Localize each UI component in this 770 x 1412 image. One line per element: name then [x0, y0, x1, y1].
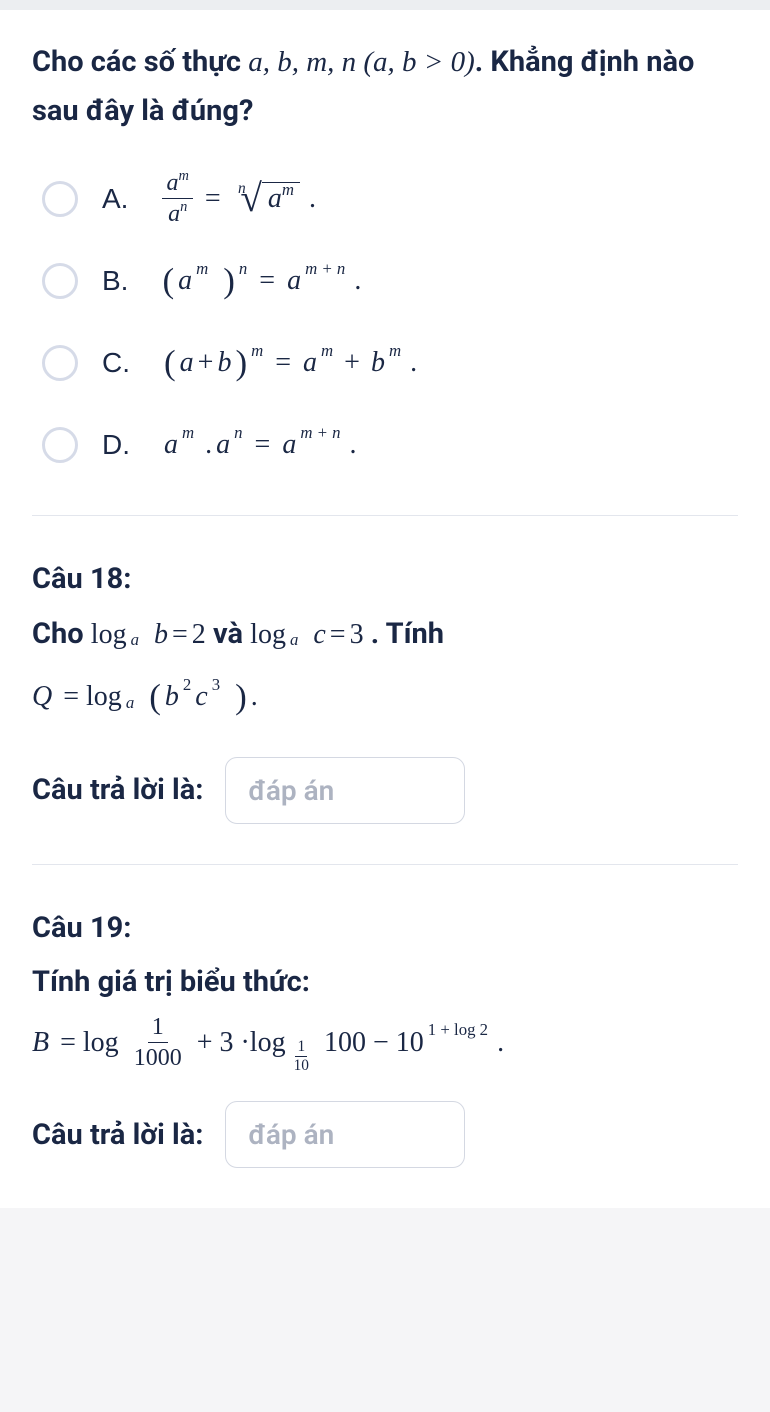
q19-B-expression: B = log 11000 + 3 ·log110 100 − 101 + lo…: [32, 1014, 509, 1072]
q18-logac: loga c = 3: [250, 611, 363, 659]
q19-answer-input[interactable]: [225, 1101, 465, 1168]
option-label-a: A.: [102, 183, 128, 215]
radio-icon: [42, 427, 78, 463]
option-label-c: C.: [102, 347, 130, 379]
q17-option-b[interactable]: B. (am )n = am + n .: [42, 251, 738, 311]
q18-logab-val: 2: [192, 611, 206, 659]
top-bar: [0, 0, 770, 10]
q18-logac-val: 3: [350, 611, 364, 659]
q17-option-a-math: am an = n √ am .: [162, 170, 321, 228]
q19-answer-label: Câu trả lời là:: [32, 1118, 203, 1152]
q17-option-c-math: (a + b)m = am + bm .: [164, 343, 422, 383]
q17-stem: Cho các số thực a, b, m, n (a, b > 0). K…: [32, 38, 738, 137]
option-label-d: D.: [102, 429, 130, 461]
q19-answer-row: Câu trả lời là:: [32, 1101, 738, 1168]
q17-option-b-math: (am )n = am + n .: [162, 261, 366, 301]
q18-title: Câu 18:: [32, 556, 738, 602]
option-label-b: B.: [102, 265, 128, 297]
q17-stem-vars: a, b, m, n (a, b > 0): [248, 46, 475, 78]
q17-stem-prefix: Cho các số thực: [32, 45, 248, 79]
q17-option-c[interactable]: C. (a + b)m = am + bm .: [42, 333, 738, 393]
q18-logab: loga b = 2: [91, 611, 206, 659]
q17-option-a[interactable]: A. am an = n √ am .: [42, 169, 738, 229]
radio-icon: [42, 181, 78, 217]
q18-mid: và: [213, 617, 250, 651]
q17-option-d[interactable]: D. am .an = am + n .: [42, 415, 738, 475]
q18-answer-input[interactable]: [225, 757, 465, 824]
q19-body: Tính giá trị biểu thức:: [32, 959, 738, 1005]
q18-answer-row: Câu trả lời là:: [32, 757, 738, 824]
q18-prefix: Cho: [32, 617, 91, 651]
q18-body: Cho loga b = 2 và loga c = 3 . Tính Q = …: [32, 610, 738, 727]
q18-suffix: . Tính: [371, 617, 444, 651]
q19-title: Câu 19:: [32, 905, 738, 951]
divider: [32, 864, 738, 865]
q19-expression-wrap: B = log 11000 + 3 ·log110 100 − 101 + lo…: [32, 1014, 738, 1072]
radio-icon: [42, 345, 78, 381]
q18-Q-expression: Q = loga (b2c3 ).: [32, 667, 258, 727]
q17-option-d-math: am .an = am + n .: [164, 429, 362, 461]
q18-answer-label: Câu trả lời là:: [32, 773, 203, 807]
radio-icon: [42, 263, 78, 299]
quiz-content: Cho các số thực a, b, m, n (a, b > 0). K…: [0, 10, 770, 1208]
divider: [32, 515, 738, 516]
q17-stem-bold: đúng?: [172, 94, 254, 128]
